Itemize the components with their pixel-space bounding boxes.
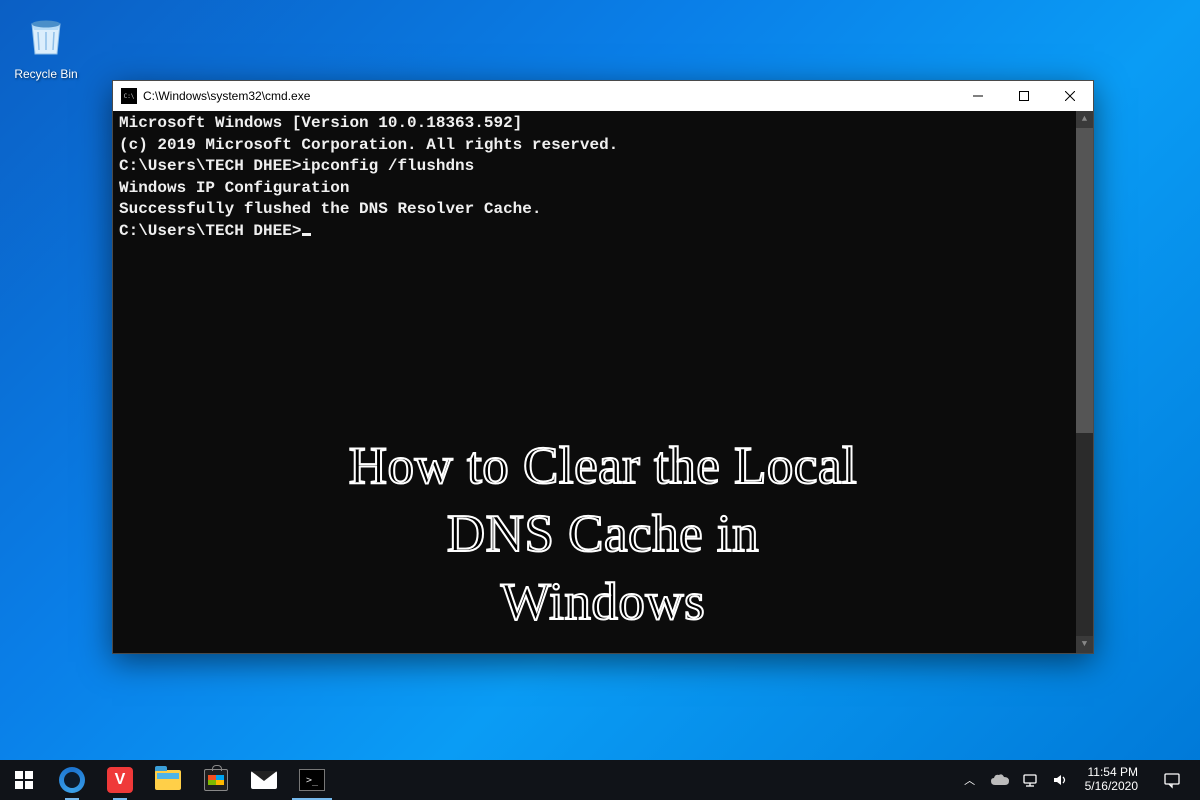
- desktop-icon-label: Recycle Bin: [8, 67, 84, 81]
- terminal-scrollbar[interactable]: ▲ ▼: [1076, 111, 1093, 653]
- taskbar-date: 5/16/2020: [1085, 780, 1138, 794]
- taskbar-app-mail[interactable]: [240, 760, 288, 800]
- terminal-body[interactable]: Microsoft Windows [Version 10.0.18363.59…: [113, 111, 1093, 653]
- taskbar-time: 11:54 PM: [1085, 766, 1138, 780]
- system-tray: ︿ 11:54 PM 5/16/2020: [951, 760, 1200, 800]
- tray-network-icon[interactable]: [1019, 772, 1041, 788]
- cmd-icon: [299, 769, 325, 791]
- taskbar-app-edge[interactable]: [48, 760, 96, 800]
- titlebar[interactable]: C:\Windows\system32\cmd.exe: [113, 81, 1093, 111]
- scroll-thumb[interactable]: [1076, 128, 1093, 433]
- windows-logo-icon: [15, 771, 33, 789]
- terminal-line: C:\Users\TECH DHEE>ipconfig /flushdns: [119, 156, 1087, 178]
- terminal-line: Successfully flushed the DNS Resolver Ca…: [119, 199, 1087, 221]
- tray-volume-icon[interactable]: [1049, 772, 1071, 788]
- minimize-button[interactable]: [955, 81, 1001, 111]
- scroll-down-button[interactable]: ▼: [1076, 636, 1093, 653]
- taskbar: V ︿ 11:54 PM 5/16/2020: [0, 760, 1200, 800]
- file-explorer-icon: [155, 770, 181, 790]
- terminal-prompt-line: C:\Users\TECH DHEE>: [119, 221, 1087, 243]
- tray-onedrive-icon[interactable]: [989, 774, 1011, 786]
- taskbar-app-cmd[interactable]: [288, 760, 336, 800]
- taskbar-app-ms-store[interactable]: [192, 760, 240, 800]
- desktop-icon-recycle-bin[interactable]: Recycle Bin: [8, 10, 84, 81]
- maximize-button[interactable]: [1001, 81, 1047, 111]
- vivaldi-icon: V: [107, 767, 133, 793]
- window-title: C:\Windows\system32\cmd.exe: [143, 89, 310, 103]
- terminal-line: Windows IP Configuration: [119, 178, 1087, 200]
- terminal-line: (c) 2019 Microsoft Corporation. All righ…: [119, 135, 1087, 157]
- cmd-window: C:\Windows\system32\cmd.exe Microsoft Wi…: [112, 80, 1094, 654]
- cmd-app-icon: [121, 88, 137, 104]
- mail-icon: [251, 771, 277, 789]
- scroll-up-button[interactable]: ▲: [1076, 111, 1093, 128]
- terminal-line: Microsoft Windows [Version 10.0.18363.59…: [119, 113, 1087, 135]
- ms-store-icon: [204, 769, 228, 791]
- recycle-bin-icon: [22, 10, 70, 58]
- taskbar-app-vivaldi[interactable]: V: [96, 760, 144, 800]
- action-center-button[interactable]: [1152, 771, 1192, 789]
- terminal-cursor: [302, 233, 311, 236]
- tray-overflow-button[interactable]: ︿: [959, 772, 981, 788]
- edge-icon: [59, 767, 85, 793]
- taskbar-app-file-explorer[interactable]: [144, 760, 192, 800]
- close-button[interactable]: [1047, 81, 1093, 111]
- start-button[interactable]: [0, 760, 48, 800]
- taskbar-clock[interactable]: 11:54 PM 5/16/2020: [1079, 766, 1144, 794]
- scroll-track[interactable]: [1076, 128, 1093, 636]
